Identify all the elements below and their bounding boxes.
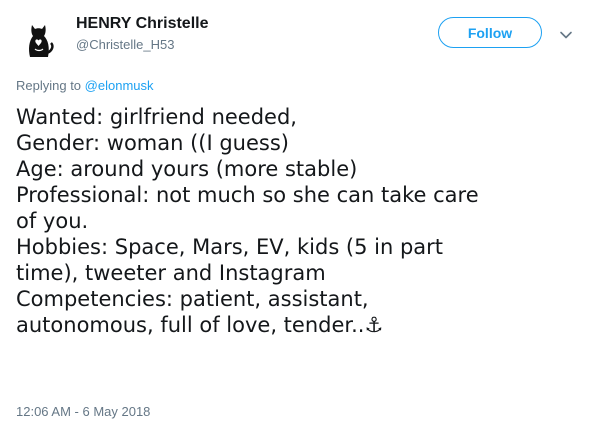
cat-silhouette-avatar-icon	[16, 13, 62, 59]
tweet-line: Gender: woman ((I guess)	[16, 131, 289, 155]
tweet-timestamp[interactable]: 12:06 AM - 6 May 2018	[16, 403, 150, 421]
tweet-line: time), tweeter and Instagram	[16, 261, 326, 285]
replying-to-prefix: Replying to	[16, 78, 82, 93]
author-handle[interactable]: @Christelle_H53	[76, 36, 208, 54]
tweet-line: Professional: not much so she can take c…	[16, 183, 479, 207]
tweet-text: Wanted: girlfriend needed, Gender: woman…	[16, 104, 581, 338]
tweet-line: Hobbies: Space, Mars, EV, kids (5 in par…	[16, 235, 444, 259]
reply-to-handle-link[interactable]: @elonmusk	[85, 78, 154, 93]
replying-to: Replying to @elonmusk	[16, 77, 154, 95]
author-display-name[interactable]: HENRY Christelle	[76, 14, 208, 34]
follow-button[interactable]: Follow	[438, 17, 542, 48]
tweet-card: HENRY Christelle @Christelle_H53 Follow …	[0, 0, 590, 432]
chevron-down-icon[interactable]	[559, 27, 573, 39]
tweet-line: Wanted: girlfriend needed,	[16, 105, 297, 129]
author-info[interactable]: HENRY Christelle @Christelle_H53	[76, 14, 208, 54]
tweet-line: of you.	[16, 209, 89, 233]
tweet-line: autonomous, full of love, tender..⚓	[16, 313, 384, 337]
author-avatar[interactable]	[16, 13, 62, 59]
tweet-line: Age: around yours (more stable)	[16, 157, 358, 181]
tweet-line: Competencies: patient, assistant,	[16, 287, 369, 311]
